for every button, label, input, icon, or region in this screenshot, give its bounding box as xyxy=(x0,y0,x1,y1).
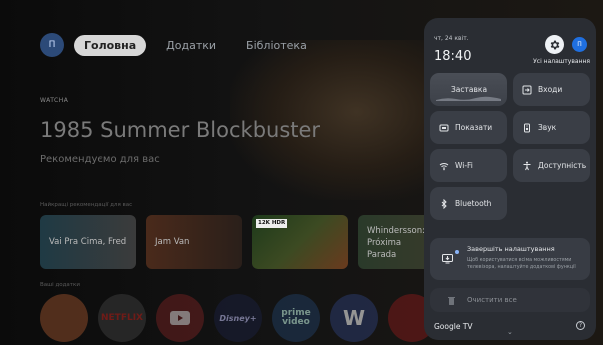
app-icon[interactable] xyxy=(40,294,88,342)
tab-library[interactable]: Бібліотека xyxy=(236,35,317,56)
tile-accessibility[interactable]: Доступність xyxy=(513,149,590,182)
notification-title: Завершіть налаштування xyxy=(467,245,555,253)
input-icon xyxy=(522,85,532,95)
recommendation-row: Vai Pra Cima, Fred Jam Van 12K HDR Whind… xyxy=(40,215,454,269)
hdr-badge: 12K HDR xyxy=(256,219,288,228)
tile-bluetooth[interactable]: Bluetooth xyxy=(430,187,507,220)
display-icon xyxy=(439,123,449,133)
tile-screensaver[interactable]: Заставка xyxy=(430,73,507,106)
gear-icon xyxy=(550,40,559,49)
tile-label: Заставка xyxy=(451,85,488,94)
date-label: чт, 24 квіт. xyxy=(434,35,469,42)
tile-display[interactable]: Показати xyxy=(430,111,507,144)
content-card[interactable]: Vai Pra Cima, Fred xyxy=(40,215,136,269)
hero-title: 1985 Summer Blockbuster xyxy=(40,118,321,142)
tile-label: Показати xyxy=(455,123,493,132)
tile-label: Звук xyxy=(538,123,557,132)
settings-button[interactable] xyxy=(545,35,564,54)
tile-label: Доступність xyxy=(538,161,587,170)
row-label-recommended: Найкращі рекомендації для вас xyxy=(40,202,133,208)
trash-icon xyxy=(448,296,455,305)
all-settings-label[interactable]: Усі налаштування xyxy=(533,58,590,65)
youtube-app-icon[interactable] xyxy=(156,294,204,342)
row-label-apps: Ваші додатки xyxy=(40,282,80,288)
tile-label: Wi-Fi xyxy=(455,161,473,170)
tab-home[interactable]: Головна xyxy=(74,34,147,56)
tv-download-icon xyxy=(442,254,453,264)
disney-plus-app-icon[interactable]: Disney+ xyxy=(214,294,262,342)
tile-label: Bluetooth xyxy=(455,199,492,208)
top-navigation: П Головна Додатки Бібліотека xyxy=(40,33,317,57)
tile-inputs[interactable]: Входи xyxy=(513,73,590,106)
quick-settings-panel: чт, 24 квіт. 18:40 П Усі налаштування За… xyxy=(424,18,596,340)
hero-subtitle: Рекомендуємо для вас xyxy=(40,154,160,165)
help-icon[interactable]: ? xyxy=(576,321,585,330)
tile-label: Входи xyxy=(538,85,563,94)
clear-all-button[interactable]: Очистити все xyxy=(430,288,590,312)
setup-notification[interactable]: Завершіть налаштування Щоб користуватися… xyxy=(430,238,590,280)
speaker-icon xyxy=(522,123,532,133)
content-card[interactable]: Jam Van xyxy=(146,215,242,269)
google-tv-logo: Google TV xyxy=(434,322,473,331)
tile-sound[interactable]: Звук xyxy=(513,111,590,144)
bluetooth-icon xyxy=(439,198,449,209)
tile-wifi[interactable]: Wi-Fi xyxy=(430,149,507,182)
notification-body: Щоб користуватися всіма можливостями тел… xyxy=(467,258,576,270)
wifi-icon xyxy=(439,161,449,171)
profile-avatar[interactable]: П xyxy=(40,33,64,57)
clock: 18:40 xyxy=(434,49,472,64)
chevron-down-icon: ⌄ xyxy=(507,328,513,336)
tab-apps[interactable]: Додатки xyxy=(156,35,226,56)
accessibility-icon xyxy=(522,161,532,171)
unread-dot xyxy=(455,250,459,254)
account-avatar[interactable]: П xyxy=(572,37,587,52)
apps-row: NETFLIX Disney+ prime video W xyxy=(40,294,436,342)
app-icon[interactable]: W xyxy=(330,294,378,342)
clear-all-label: Очистити все xyxy=(467,296,517,304)
prime-video-app-icon[interactable]: prime video xyxy=(272,294,320,342)
provider-brand: WATCHA xyxy=(40,97,69,104)
content-card[interactable]: 12K HDR xyxy=(252,215,348,269)
netflix-app-icon[interactable]: NETFLIX xyxy=(98,294,146,342)
screensaver-preview xyxy=(436,96,501,101)
